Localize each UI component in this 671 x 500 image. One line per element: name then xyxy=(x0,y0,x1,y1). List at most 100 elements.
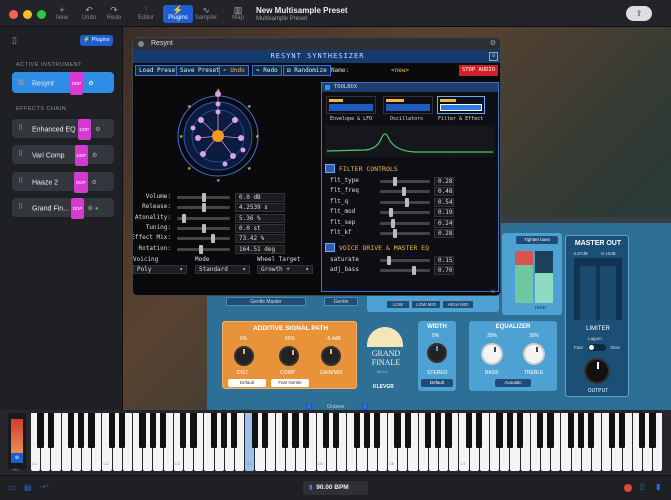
gear-icon[interactable]: ⚙ xyxy=(95,127,100,133)
control-slider[interactable] xyxy=(380,218,430,228)
midi-in-icon[interactable]: ⇢⁺ xyxy=(40,483,50,491)
stereo-width-knob[interactable] xyxy=(427,343,447,363)
slider-thumb[interactable] xyxy=(402,187,407,197)
dist-knob[interactable] xyxy=(234,346,254,366)
width-preset-dropdown[interactable]: Default xyxy=(421,379,453,387)
map-button[interactable]: ▥ Map xyxy=(224,5,252,23)
black-key[interactable] xyxy=(618,413,626,448)
zoom-window-button[interactable] xyxy=(37,10,46,19)
slider-thumb[interactable] xyxy=(201,203,206,213)
effect-item-vari-comp[interactable]: ⠿ Vari Comp DDP ⚙ xyxy=(12,145,114,166)
band-low-mid-button[interactable]: LOW MID xyxy=(412,301,440,308)
black-key[interactable] xyxy=(180,413,187,448)
control-slider[interactable] xyxy=(380,256,430,265)
control-slider[interactable] xyxy=(380,208,430,218)
black-key[interactable] xyxy=(302,413,309,448)
voicing-dropdown[interactable]: Poly ▾ xyxy=(133,265,187,274)
black-key[interactable] xyxy=(108,413,116,448)
param-slider[interactable] xyxy=(177,193,230,202)
octave-down-button[interactable]: ‹ xyxy=(306,404,312,410)
velocity-strip[interactable]: ⊚ VEL xyxy=(8,413,26,472)
black-key[interactable] xyxy=(475,413,483,448)
octave-up-button[interactable]: › xyxy=(362,404,368,410)
bass-knob[interactable] xyxy=(481,343,503,365)
black-key[interactable] xyxy=(577,413,585,448)
black-key[interactable] xyxy=(261,413,269,448)
black-key[interactable] xyxy=(292,413,299,448)
param-value-field[interactable]: 164.51 deg xyxy=(235,244,285,254)
control-value-field[interactable]: 0.28 xyxy=(434,229,454,238)
preset-name-field[interactable]: <new> xyxy=(391,67,409,74)
share-button[interactable]: ⇪ xyxy=(626,6,652,21)
plugins-tab-button[interactable]: ⚡ Plugins xyxy=(163,5,193,23)
black-key[interactable] xyxy=(78,413,85,448)
param-slider[interactable] xyxy=(177,213,230,223)
gain-mix-knob[interactable] xyxy=(321,346,341,366)
black-key[interactable] xyxy=(465,413,473,448)
black-key[interactable] xyxy=(149,413,156,448)
control-value-field[interactable]: 0.24 xyxy=(434,218,454,228)
slider-thumb[interactable] xyxy=(201,193,206,202)
stop-audio-button[interactable]: STOP AUDIO xyxy=(459,65,498,76)
sidebar-toggle-icon[interactable]: ▯ xyxy=(12,35,17,46)
black-key[interactable] xyxy=(210,413,218,448)
slider-thumb[interactable] xyxy=(412,266,417,276)
black-key[interactable] xyxy=(394,413,401,448)
param-slider[interactable] xyxy=(177,244,230,254)
param-value-field[interactable]: 0.0 st xyxy=(235,223,285,233)
limiter-speed-toggle[interactable] xyxy=(588,344,606,351)
tempo-display[interactable]: ▮ 90.00 BPM xyxy=(303,481,368,495)
tool-oscillators[interactable] xyxy=(383,96,433,114)
close-window-button[interactable] xyxy=(9,10,18,19)
black-key[interactable] xyxy=(424,413,432,448)
slider-thumb[interactable] xyxy=(404,197,409,207)
black-key[interactable] xyxy=(322,413,330,448)
minimize-window-button[interactable] xyxy=(23,10,32,19)
gear-icon[interactable]: ⚙ xyxy=(87,206,92,212)
black-key[interactable] xyxy=(639,413,646,448)
slider-thumb[interactable] xyxy=(201,223,206,233)
band-low-button[interactable]: LOW xyxy=(387,301,409,308)
control-slider[interactable] xyxy=(380,177,430,186)
piano-keyboard[interactable]: C1 C2 C3 C4 C5 C6 C7 xyxy=(31,413,671,471)
black-key[interactable] xyxy=(373,413,381,448)
new-button[interactable]: + New xyxy=(48,5,76,23)
drag-handle-icon[interactable]: ⠿ xyxy=(18,172,23,191)
plugins-button[interactable]: ⚡ Plugins xyxy=(80,35,113,46)
wheel-target-dropdown[interactable]: Growth + ▾ xyxy=(257,265,313,274)
filter-controls-toggle[interactable] xyxy=(325,164,335,173)
editor-button[interactable]: ⫶ Editor xyxy=(132,5,160,23)
slider-thumb[interactable] xyxy=(199,244,204,254)
save-preset-button[interactable]: Save Preset xyxy=(176,65,224,76)
gear-icon[interactable]: ⚙ xyxy=(88,81,93,87)
inspector-icon[interactable]: ▮ xyxy=(656,482,660,491)
black-key[interactable] xyxy=(588,413,595,448)
keyboard-view-icon[interactable]: ▤ xyxy=(24,483,32,492)
black-key[interactable] xyxy=(363,413,371,448)
black-key[interactable] xyxy=(547,413,554,448)
param-value-field[interactable]: 4.2539 s xyxy=(235,203,285,213)
redo-button[interactable]: ↷ Redo xyxy=(100,5,128,23)
randomize-button[interactable]: ⚄ Randomize xyxy=(283,65,331,76)
record-button[interactable] xyxy=(624,484,632,492)
black-key[interactable] xyxy=(353,413,360,448)
band-high-mid-button[interactable]: HIGH MID xyxy=(443,301,473,308)
black-key[interactable] xyxy=(567,413,575,448)
gear-icon[interactable]: ⚙ xyxy=(92,180,97,186)
slider-thumb[interactable] xyxy=(392,177,397,186)
black-key[interactable] xyxy=(118,413,126,448)
slider-thumb[interactable] xyxy=(392,229,397,238)
control-value-field[interactable]: 0.48 xyxy=(434,187,454,197)
control-value-field[interactable]: 0.15 xyxy=(434,256,454,265)
drag-handle-icon[interactable]: ⠿ xyxy=(18,198,23,217)
black-key[interactable] xyxy=(404,413,411,448)
param-slider[interactable] xyxy=(177,223,230,233)
tool-envelope-lfo[interactable] xyxy=(326,96,376,114)
output-knob[interactable] xyxy=(584,358,610,384)
black-key[interactable] xyxy=(231,413,238,448)
param-value-field[interactable]: 0.0 dB xyxy=(235,193,285,202)
panel-icon[interactable]: ▯ xyxy=(640,482,644,491)
control-value-field[interactable]: 0.54 xyxy=(434,197,454,207)
black-key[interactable] xyxy=(88,413,95,448)
control-value-field[interactable]: 0.70 xyxy=(434,266,454,276)
